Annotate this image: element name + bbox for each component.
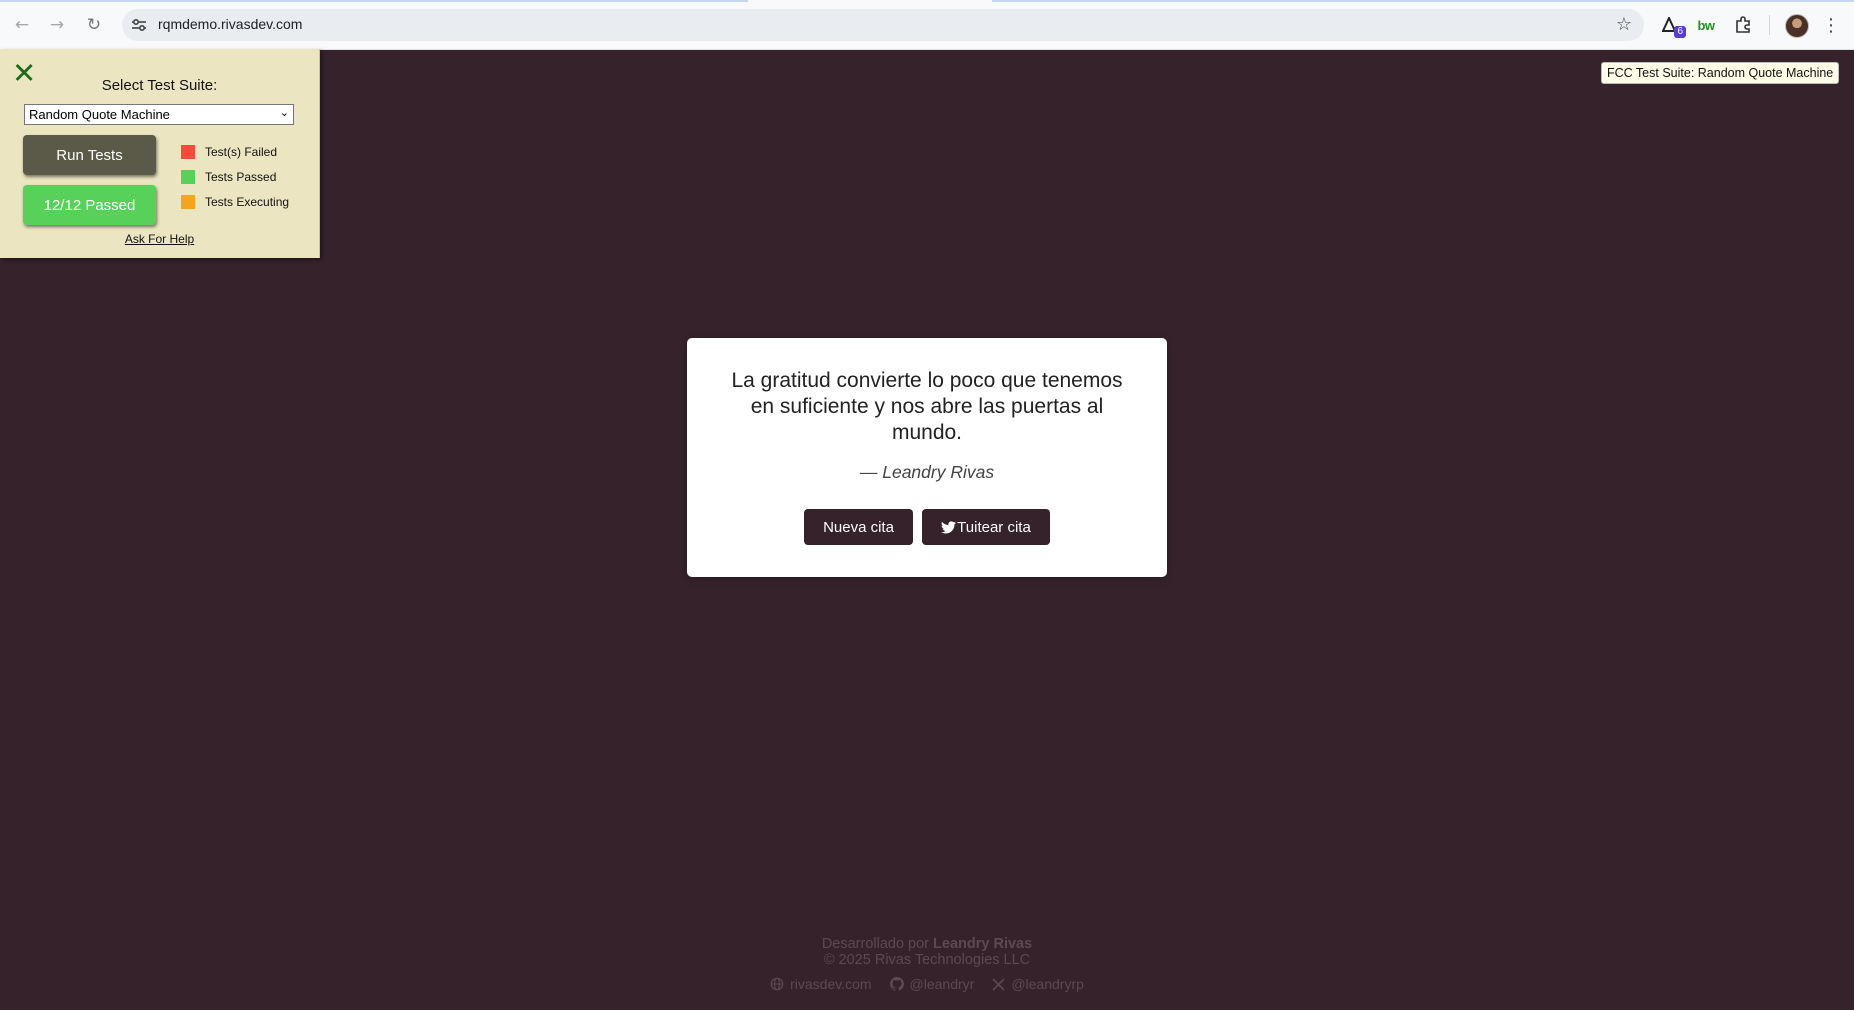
tab-strip-edge: [992, 0, 1854, 2]
fcc-tooltip: FCC Test Suite: Random Quote Machine: [1601, 62, 1840, 84]
legend-label: Tests Passed: [205, 170, 277, 184]
selected-suite: Random Quote Machine: [29, 107, 170, 122]
profile-avatar[interactable]: [1785, 14, 1809, 38]
footer-prefix: Desarrollado por: [821, 936, 934, 952]
forward-arrow-icon[interactable]: →: [45, 13, 69, 37]
address-bar[interactable]: rqmdemo.rivasdev.com ☆: [122, 9, 1644, 41]
footer-links: rivasdev.com @leandryr @leandryrp: [0, 976, 1854, 992]
github-link[interactable]: @leandryr: [889, 976, 975, 992]
website-link[interactable]: rivasdev.com: [770, 976, 872, 992]
footer-copyright: © 2025 Rivas Technologies LLC: [823, 952, 1031, 968]
website-link-label: rivasdev.com: [790, 976, 872, 992]
toolbar-divider: [1769, 15, 1770, 35]
twitter-bird-icon: [941, 520, 957, 534]
tweet-quote-label: Tuitear cita: [957, 518, 1031, 536]
chevron-down-icon: ⌄: [279, 106, 289, 119]
tweet-quote-button[interactable]: Tuitear cita: [922, 509, 1050, 545]
quote-box: La gratitud convierte lo poco que tenemo…: [687, 338, 1167, 577]
quote-author: — Leandry Rivas: [859, 462, 995, 482]
quote-text: La gratitud convierte lo poco que tenemo…: [731, 369, 1123, 444]
test-results-button[interactable]: 12/12 Passed: [23, 185, 156, 225]
globe-icon: [770, 977, 784, 991]
site-settings-icon[interactable]: [130, 16, 148, 34]
run-tests-button[interactable]: Run Tests: [23, 135, 156, 175]
ask-for-help-link[interactable]: Ask For Help: [0, 232, 319, 246]
extension-badge: 6: [1674, 26, 1686, 38]
legend-passed: Tests Passed: [181, 170, 276, 184]
legend-failed: Test(s) Failed: [181, 145, 277, 159]
extensions-puzzle-icon[interactable]: [1732, 13, 1754, 37]
legend-executing: Tests Executing: [181, 195, 289, 209]
bw-label: bw: [1697, 17, 1715, 33]
bookmark-star-icon[interactable]: ☆: [1616, 14, 1632, 35]
footer-developer-name: Leandry Rivas: [933, 936, 1033, 952]
fcc-test-panel: ✕ Select Test Suite: Random Quote Machin…: [0, 49, 320, 258]
new-quote-button[interactable]: Nueva cita: [804, 509, 913, 545]
legend-label: Test(s) Failed: [205, 145, 278, 159]
passed-swatch: [181, 170, 195, 184]
x-link[interactable]: @leandryrp: [992, 976, 1084, 992]
executing-swatch: [181, 195, 195, 209]
browser-menu-icon[interactable]: ⋮: [1822, 13, 1840, 37]
back-arrow-icon[interactable]: ←: [10, 13, 34, 37]
url-text[interactable]: rqmdemo.rivasdev.com: [158, 16, 302, 32]
github-link-label: @leandryr: [909, 976, 975, 992]
x-link-label: @leandryrp: [1011, 976, 1084, 992]
x-logo-icon: [992, 977, 1005, 991]
panel-title: Select Test Suite:: [101, 77, 218, 94]
failed-swatch: [181, 145, 195, 159]
extension-icon[interactable]: 6: [1660, 13, 1686, 38]
browser-toolbar: ← → ↻ rqmdemo.rivasdev.com ☆ 6 bw ⋮: [0, 0, 1854, 50]
github-icon: [889, 977, 904, 991]
tab-strip-edge: [0, 0, 748, 2]
legend-label: Tests Executing: [205, 195, 290, 209]
bitwarden-extension-icon[interactable]: bw: [1695, 13, 1717, 37]
reload-icon[interactable]: ↻: [82, 13, 106, 37]
test-suite-select[interactable]: Random Quote Machine ⌄: [24, 104, 294, 125]
footer-credit: Desarrollado por Leandry Rivas: [0, 936, 1854, 952]
